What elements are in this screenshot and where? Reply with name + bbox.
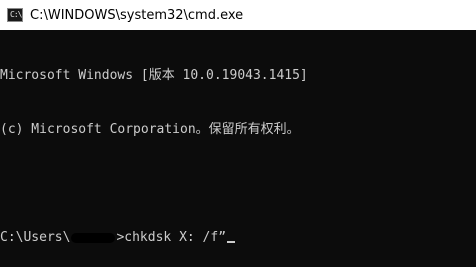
command-input[interactable]: chkdsk X: /f” [124, 230, 226, 245]
prompt-line: C:\Users\ >chkdsk X: /f” [0, 229, 476, 247]
cmd-icon-glyph: C:\ [10, 10, 22, 19]
console-output[interactable]: Microsoft Windows [版本 10.0.19043.1415] (… [0, 30, 476, 267]
header-line-version: Microsoft Windows [版本 10.0.19043.1415] [0, 68, 308, 83]
cmd-window: C:\ C:\WINDOWS\system32\cmd.exe Microsof… [0, 0, 476, 267]
header-line-copyright: (c) Microsoft Corporation。保留所有权利。 [0, 122, 300, 137]
prompt-path: C:\Users\ [0, 230, 71, 245]
redacted-username [71, 232, 116, 243]
window-title: C:\WINDOWS\system32\cmd.exe [30, 7, 244, 23]
title-bar[interactable]: C:\ C:\WINDOWS\system32\cmd.exe [0, 0, 476, 30]
cmd-icon: C:\ [7, 8, 23, 22]
text-cursor [227, 241, 236, 243]
